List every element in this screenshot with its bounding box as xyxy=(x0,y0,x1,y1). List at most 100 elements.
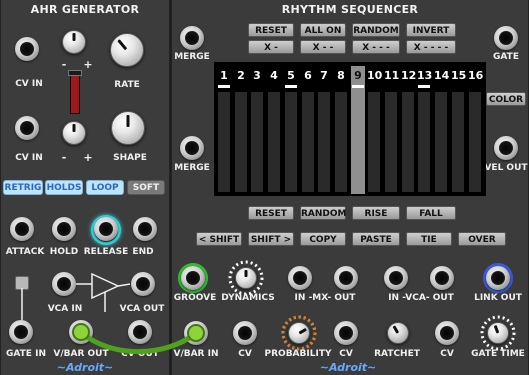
step-number[interactable]: 2 xyxy=(234,68,248,84)
cv-slider-handle[interactable] xyxy=(68,70,82,76)
ahr-title: AHR GENERATOR xyxy=(30,3,140,16)
seq-random-button[interactable]: RANDOM xyxy=(300,206,347,220)
step-number[interactable]: 8 xyxy=(334,68,348,84)
step-column[interactable] xyxy=(218,92,230,192)
step-column[interactable] xyxy=(302,92,314,192)
vca-in-seq-jack[interactable] xyxy=(384,266,408,290)
step-column[interactable] xyxy=(452,92,464,192)
step-number[interactable]: 5 xyxy=(284,68,298,88)
gate-time-knob[interactable] xyxy=(487,322,509,344)
copy-button[interactable]: COPY xyxy=(300,232,346,246)
merge-jack-1[interactable] xyxy=(180,26,204,50)
step-column[interactable] xyxy=(251,92,263,192)
release-jack[interactable] xyxy=(94,217,118,241)
step-number[interactable]: 12 xyxy=(401,68,416,84)
step-number[interactable]: 10 xyxy=(367,68,382,84)
invert-button[interactable]: INVERT xyxy=(406,23,456,37)
merge-jack-2[interactable] xyxy=(180,136,204,160)
step-number[interactable]: 16 xyxy=(468,68,483,84)
cv-slider-track xyxy=(70,70,80,114)
gate-time-cv-jack[interactable] xyxy=(435,321,459,345)
holds-button[interactable]: HOLDS xyxy=(45,180,83,195)
step-number[interactable]: 14 xyxy=(434,68,449,84)
step-column[interactable] xyxy=(335,92,347,192)
step-number[interactable]: 7 xyxy=(317,68,331,84)
probability-label: PROBABILITY xyxy=(264,349,332,359)
step-column[interactable] xyxy=(385,92,397,192)
probability-cv-jack[interactable] xyxy=(233,321,257,345)
step-column[interactable] xyxy=(469,92,481,192)
shift-right-button[interactable]: SHIFT > xyxy=(248,232,294,246)
pattern-x3-button[interactable]: X - - - xyxy=(352,40,400,54)
vca-out-seq-jack[interactable] xyxy=(430,266,454,290)
fall-button[interactable]: FALL xyxy=(406,206,456,220)
paste-button[interactable]: PASTE xyxy=(352,232,400,246)
probability-cv-label: CV xyxy=(238,349,252,359)
tie-button[interactable]: TIE xyxy=(406,232,452,246)
step-number[interactable]: 6 xyxy=(301,68,315,84)
gate-label: GATE xyxy=(493,52,519,62)
step-column[interactable] xyxy=(368,92,380,192)
over-button[interactable]: OVER xyxy=(458,232,506,246)
hold-jack[interactable] xyxy=(52,217,76,241)
step-number[interactable]: 13 xyxy=(417,68,432,88)
ratchet-cv-jack[interactable] xyxy=(334,321,358,345)
attenuator-knob-2[interactable] xyxy=(62,121,86,145)
attack-jack[interactable] xyxy=(10,217,34,241)
step-number[interactable]: 1 xyxy=(217,68,231,88)
loop-button[interactable]: LOOP xyxy=(86,180,124,195)
probability-knob[interactable] xyxy=(288,322,310,344)
vel-out-label: VEL OUT xyxy=(484,163,528,173)
vel-out-jack[interactable] xyxy=(494,136,518,160)
patch-cable[interactable] xyxy=(70,318,210,358)
rhythm-title: RHYTHM SEQUENCER xyxy=(281,3,419,16)
cv-in-label-1: CV IN xyxy=(15,79,43,89)
step-column[interactable] xyxy=(418,92,430,192)
pattern-x1-button[interactable]: X - xyxy=(248,40,294,54)
pattern-x4-button[interactable]: X - - - - xyxy=(406,40,456,54)
step-number[interactable]: 9 xyxy=(351,68,365,88)
plus-label-1: + xyxy=(83,58,93,71)
in-vca-out-label: IN -VCA- OUT xyxy=(388,293,454,303)
all-on-button[interactable]: ALL ON xyxy=(300,23,346,37)
ratchet-knob[interactable] xyxy=(387,322,409,344)
step-column[interactable] xyxy=(318,92,330,192)
groove-jack[interactable] xyxy=(181,266,205,290)
pattern-x2-button[interactable]: X - - xyxy=(300,40,346,54)
soft-button[interactable]: SOFT xyxy=(127,180,165,195)
step-number[interactable]: 11 xyxy=(384,68,399,84)
step-column[interactable] xyxy=(435,92,447,192)
shape-knob[interactable] xyxy=(111,111,145,145)
shape-label: SHAPE xyxy=(113,153,147,163)
cv-in-jack-2[interactable] xyxy=(15,116,39,140)
shift-left-button[interactable]: < SHIFT xyxy=(196,232,242,246)
color-button[interactable]: COLOR xyxy=(486,92,526,106)
step-column[interactable] xyxy=(402,92,414,192)
dynamics-knob[interactable] xyxy=(235,267,257,289)
cv-in-jack-1[interactable] xyxy=(15,37,39,61)
step-number[interactable]: 15 xyxy=(451,68,466,84)
mx-in-jack[interactable] xyxy=(288,266,312,290)
link-out-label: LINK OUT xyxy=(474,293,522,303)
seq-reset-top-button[interactable]: RESET xyxy=(248,23,294,37)
step-column[interactable] xyxy=(235,92,247,192)
step-column[interactable] xyxy=(268,92,280,192)
rise-button[interactable]: RISE xyxy=(352,206,400,220)
mx-out-jack[interactable] xyxy=(334,266,358,290)
seq-reset-button[interactable]: RESET xyxy=(248,206,294,220)
link-out-jack[interactable] xyxy=(486,266,510,290)
attenuator-knob-1[interactable] xyxy=(62,30,86,54)
retrig-button[interactable]: RETRIG xyxy=(3,180,43,195)
step-column[interactable] xyxy=(285,92,297,192)
cv-in-label-2: CV IN xyxy=(15,153,43,163)
random-top-button[interactable]: RANDOM xyxy=(352,23,400,37)
step-number[interactable]: 3 xyxy=(250,68,264,84)
gate-out-jack[interactable] xyxy=(494,26,518,50)
step-number[interactable]: 4 xyxy=(267,68,281,84)
dynamics-label: DYNAMICS xyxy=(221,293,275,303)
hold-label: HOLD xyxy=(49,247,79,257)
rate-knob[interactable] xyxy=(110,33,144,67)
gate-time-cv-label: CV xyxy=(440,349,454,359)
gate-in-jack[interactable] xyxy=(9,320,33,344)
end-jack[interactable] xyxy=(133,217,157,241)
